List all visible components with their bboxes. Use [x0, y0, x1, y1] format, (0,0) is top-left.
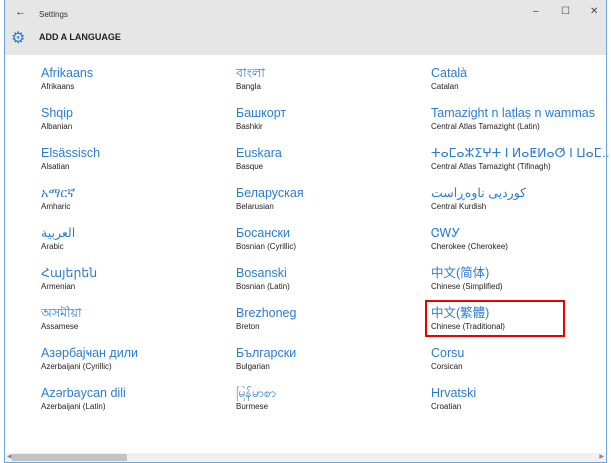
language-native-name: Català: [431, 66, 468, 80]
language-item[interactable]: کوردیی ناوەڕاست Central Kurdish: [431, 186, 611, 212]
language-native-name: မြန်မာစာ: [236, 386, 277, 400]
language-english-name: Croatian: [431, 402, 462, 411]
language-item[interactable]: አማርኛ Amharic: [41, 186, 226, 212]
back-arrow-icon[interactable]: ←: [15, 6, 26, 18]
language-item[interactable]: 中文(简体) Chinese (Simplified): [431, 266, 611, 292]
language-item[interactable]: Беларуская Belarusian: [236, 186, 421, 212]
language-item[interactable]: Hrvatski Croatian: [431, 386, 611, 412]
app-title: Settings: [39, 10, 68, 19]
language-english-name: Central Atlas Tamazight (Tifinagh): [431, 162, 551, 171]
scroll-right-icon[interactable]: ▶: [599, 453, 604, 460]
language-item[interactable]: ⵜⴰⵎⴰⵣⵉⵖⵜ ⵏ ⵍⴰⵟⵍⴰⵚ ⵏ ⵡⴰⵎⵎⴰⵙ Central Atlas …: [431, 146, 611, 172]
language-native-name: Afrikaans: [41, 66, 94, 80]
language-native-name: Азәрбајҹан дили: [41, 346, 138, 360]
title-bar: ← Settings – ☐ ✕ ⚙ ADD A LANGUAGE: [5, 0, 606, 55]
gear-icon: ⚙: [11, 30, 26, 47]
language-item[interactable]: Български Bulgarian: [236, 346, 421, 372]
language-native-name: অসমীয়া: [41, 306, 82, 320]
language-item[interactable]: العربية Arabic: [41, 226, 226, 252]
language-native-name: 中文(简体): [431, 266, 490, 280]
language-native-name: አማርኛ: [41, 186, 76, 200]
scroll-left-icon[interactable]: ◀: [7, 453, 12, 460]
language-english-name: Burmese: [236, 402, 269, 411]
language-native-name: Български: [236, 346, 297, 360]
language-item[interactable]: অসমীয়া Assamese: [41, 306, 226, 332]
close-icon[interactable]: ✕: [590, 6, 598, 17]
language-native-name: Башкорт: [236, 106, 287, 120]
language-native-name: Հայերեն: [41, 266, 98, 280]
minimize-icon[interactable]: –: [533, 6, 539, 17]
language-english-name: Central Atlas Tamazight (Latin): [431, 122, 540, 131]
language-english-name: Corsican: [431, 362, 463, 371]
scrollbar-thumb[interactable]: [12, 454, 127, 461]
language-english-name: Chinese (Simplified): [431, 282, 503, 291]
maximize-icon[interactable]: ☐: [561, 6, 570, 17]
language-english-name: Afrikaans: [41, 82, 75, 91]
language-item[interactable]: বাংলা Bangla: [236, 66, 421, 92]
language-native-name: Azərbaycan dili: [41, 386, 126, 400]
language-english-name: Azerbaijani (Latin): [41, 402, 106, 411]
language-english-name: Armenian: [41, 282, 76, 291]
highlight-box: [425, 300, 565, 337]
language-native-name: Elsässisch: [41, 146, 101, 160]
language-item[interactable]: Azərbaycan dili Azerbaijani (Latin): [41, 386, 226, 412]
language-english-name: Bashkir: [236, 122, 263, 131]
language-english-name: Albanian: [41, 122, 73, 131]
language-english-name: Arabic: [41, 242, 64, 251]
language-item[interactable]: Brezhoneg Breton: [236, 306, 421, 332]
language-english-name: Bangla: [236, 82, 261, 91]
language-english-name: Amharic: [41, 202, 71, 211]
language-english-name: Central Kurdish: [431, 202, 487, 211]
language-native-name: Shqip: [41, 106, 73, 120]
language-english-name: Bosnian (Cyrillic): [236, 242, 297, 251]
language-native-name: Brezhoneg: [236, 306, 297, 320]
language-native-name: ⵜⴰⵎⴰⵣⵉⵖⵜ ⵏ ⵍⴰⵟⵍⴰⵚ ⵏ ⵡⴰⵎⵎⴰⵙ: [431, 146, 611, 160]
language-english-name: Azerbaijani (Cyrillic): [41, 362, 112, 371]
language-native-name: Беларуская: [236, 186, 304, 200]
language-native-name: العربية: [41, 226, 76, 240]
language-item[interactable]: Shqip Albanian: [41, 106, 226, 132]
language-native-name: ᏣᎳᎩ: [431, 226, 461, 240]
language-english-name: Catalan: [431, 82, 459, 91]
language-english-name: Belarusian: [236, 202, 274, 211]
language-native-name: Corsu: [431, 346, 465, 360]
language-item[interactable]: Corsu Corsican: [431, 346, 611, 372]
language-item[interactable]: Català Catalan: [431, 66, 611, 92]
language-english-name: Alsatian: [41, 162, 70, 171]
language-native-name: Tamazight n laṭlaṣ n wammas: [431, 106, 595, 120]
language-item[interactable]: Tamazight n laṭlaṣ n wammas Central Atlas…: [431, 106, 611, 132]
language-english-name: Assamese: [41, 322, 79, 331]
language-item[interactable]: Босански Bosnian (Cyrillic): [236, 226, 421, 252]
language-item[interactable]: Elsässisch Alsatian: [41, 146, 226, 172]
settings-window: ← Settings – ☐ ✕ ⚙ ADD A LANGUAGE Afrika…: [4, 0, 611, 463]
language-english-name: Bulgarian: [236, 362, 270, 371]
language-item[interactable]: ᏣᎳᎩ Cherokee (Cherokee): [431, 226, 611, 252]
language-english-name: Bosnian (Latin): [236, 282, 290, 291]
language-item[interactable]: Башкорт Bashkir: [236, 106, 421, 132]
language-native-name: Hrvatski: [431, 386, 477, 400]
language-item[interactable]: Euskara Basque: [236, 146, 421, 172]
language-native-name: کوردیی ناوەڕاست: [431, 186, 527, 200]
language-item[interactable]: Afrikaans Afrikaans: [41, 66, 226, 92]
language-item[interactable]: Азәрбајҹан дили Azerbaijani (Cyrillic): [41, 346, 226, 372]
language-native-name: Euskara: [236, 146, 282, 160]
language-native-name: Bosanski: [236, 266, 287, 280]
language-english-name: Breton: [236, 322, 260, 331]
language-english-name: Basque: [236, 162, 264, 171]
page-title: ADD A LANGUAGE: [39, 32, 121, 42]
language-english-name: Cherokee (Cherokee): [431, 242, 508, 251]
language-item[interactable]: Bosanski Bosnian (Latin): [236, 266, 421, 292]
language-item[interactable]: မြန်မာစာ Burmese: [236, 386, 421, 412]
language-item[interactable]: Հայերեն Armenian: [41, 266, 226, 292]
language-native-name: বাংলা: [236, 66, 265, 80]
language-native-name: Босански: [236, 226, 290, 240]
horizontal-scrollbar[interactable]: ◀ ▶: [6, 453, 605, 462]
